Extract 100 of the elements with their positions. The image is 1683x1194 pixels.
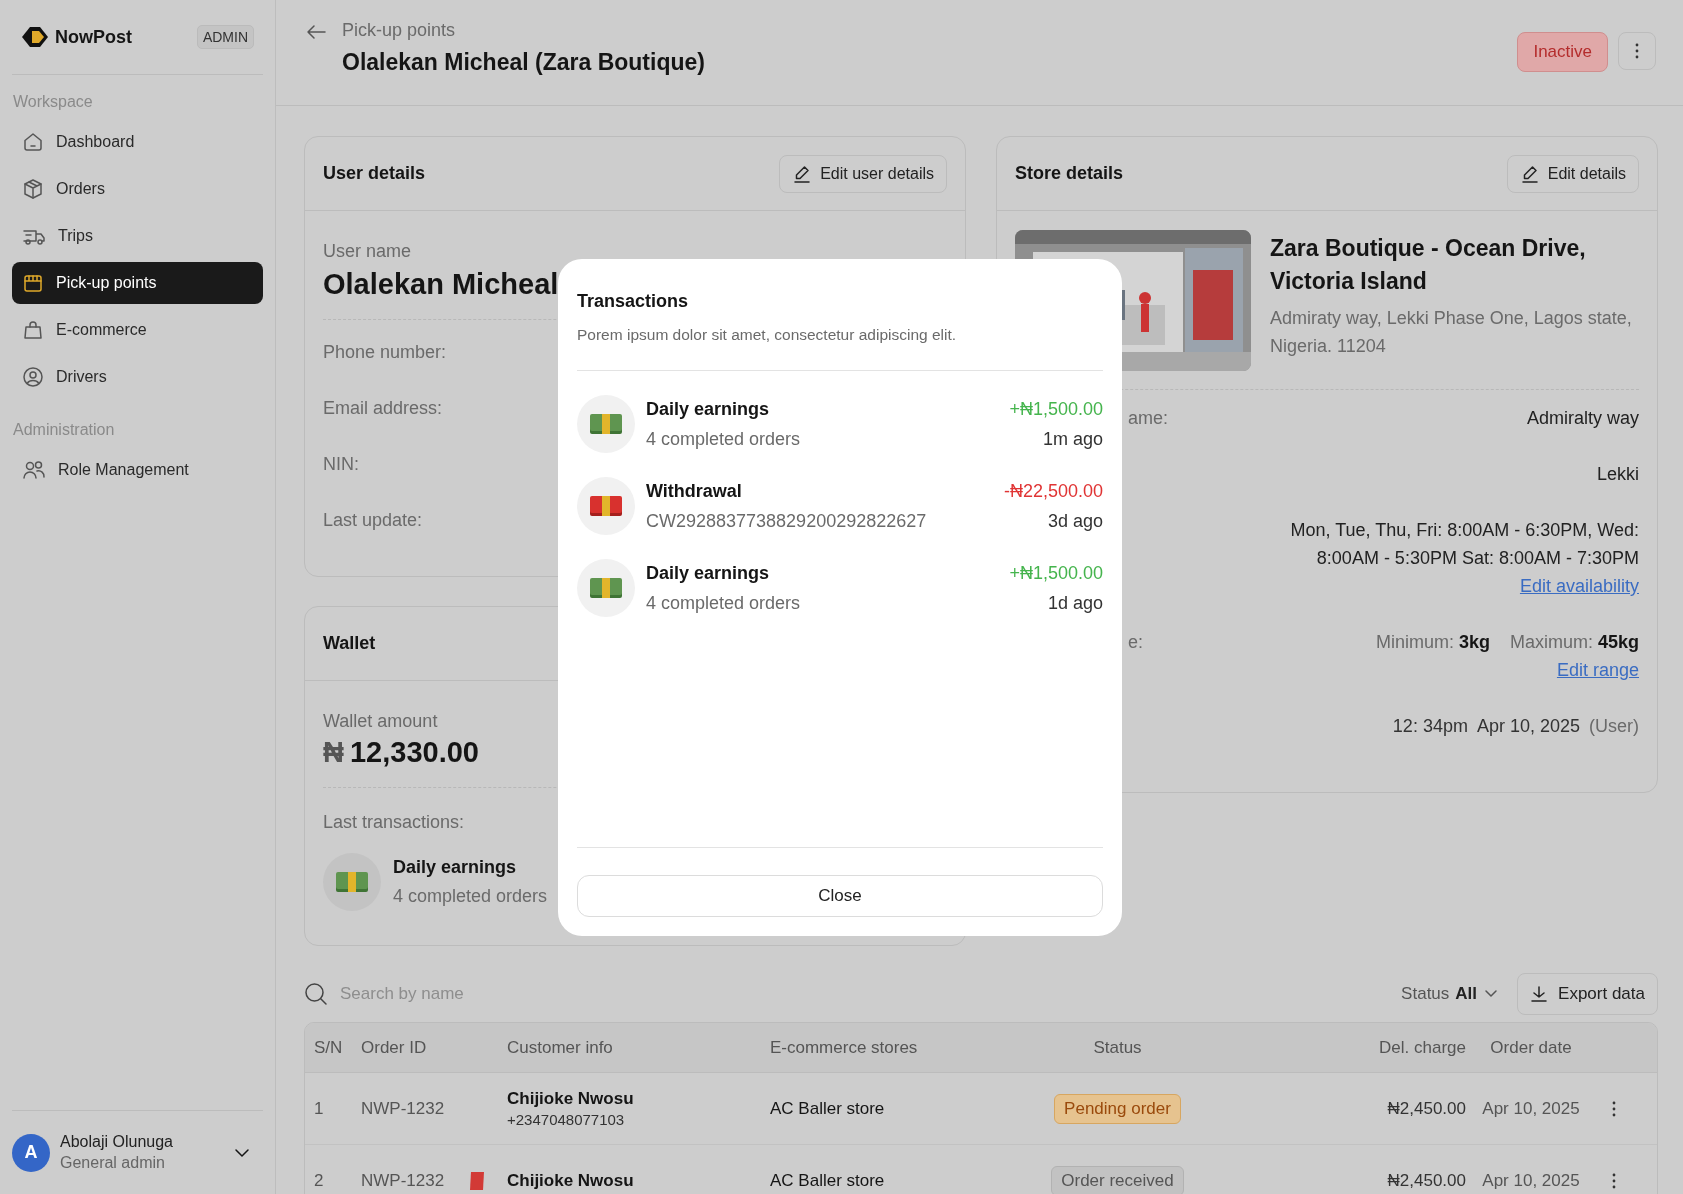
more-icon xyxy=(1635,43,1639,59)
box-icon xyxy=(22,178,44,200)
detail-value: Maximum: 45kg xyxy=(1509,631,1639,654)
store-address: Admiraty way, Lekki Phase One, Lagos state, Nigeria. 11204 xyxy=(1270,307,1633,358)
status-badge: Order received xyxy=(1051,1165,1184,1194)
user-name: Olalekan Micheal xyxy=(323,268,559,301)
money-icon xyxy=(589,576,623,600)
dialog-description: Porem ipsum dolor sit amet, consectetur adipiscing elit. xyxy=(577,326,958,344)
more-icon xyxy=(1611,1100,1616,1117)
edit-button[interactable]: Edit details xyxy=(1506,154,1639,193)
detail-value: Mon, Tue, Thu, Fri: 8:00AM - 6:30PM, Wed: xyxy=(1290,519,1639,542)
detail-value: Minimum: 3kg xyxy=(1375,631,1490,654)
search-icon xyxy=(304,982,328,1006)
customer-name: Chijioke Nwosu xyxy=(507,1170,635,1191)
nav-item[interactable]: Drivers xyxy=(12,356,263,398)
transaction-title: Daily earnings xyxy=(646,398,771,420)
transaction-time: 1m ago xyxy=(1042,428,1103,450)
transaction-amount: -₦22,500.00 xyxy=(1003,480,1103,502)
store-icon xyxy=(22,272,44,294)
transaction-time: 1d ago xyxy=(1047,592,1103,614)
close-button[interactable]: Close xyxy=(577,875,1103,917)
edit-button[interactable]: Edit user details xyxy=(779,154,947,193)
transaction-title: Daily earnings xyxy=(646,562,771,584)
dialog-title: Transactions xyxy=(577,291,690,312)
breadcrumb-link[interactable]: Pick-up points xyxy=(342,20,705,41)
field-label: ame: xyxy=(1128,407,1169,430)
transaction-subtitle: 4 completed orders xyxy=(646,428,802,450)
download-icon xyxy=(1530,985,1549,1003)
detail-value: 8:00AM - 5:30PM Sat: 8:00AM - 7:30PM xyxy=(1316,547,1639,570)
table-cell-text: AC Baller store xyxy=(770,1098,886,1119)
detail-value: Lekki xyxy=(1596,463,1639,486)
nav-item[interactable]: Orders xyxy=(12,168,263,210)
table-cell-text: ₦2,450.00 xyxy=(1386,1170,1466,1191)
transaction-title: Daily earnings xyxy=(393,857,518,878)
bag-icon xyxy=(22,319,44,341)
more-icon xyxy=(1611,1172,1616,1189)
field-label: e: xyxy=(1128,631,1143,654)
field-label: Email address: xyxy=(323,398,443,418)
transaction-subtitle: 4 completed orders xyxy=(393,886,548,907)
user-name: Abolaji Olunuga xyxy=(60,1133,174,1151)
table-cell-text: 1 xyxy=(314,1098,325,1119)
table-cell-text: Apr 10, 2025 xyxy=(1481,1170,1581,1191)
page-title: Olalekan Micheal (Zara Boutique) xyxy=(342,49,705,76)
store-name: Zara Boutique - Ocean Drive, Victoria Island xyxy=(1270,234,1587,296)
nav-item[interactable]: Trips xyxy=(12,215,263,257)
field-label: User name xyxy=(323,241,413,262)
brand-name: NowPost xyxy=(55,26,132,48)
transaction-time: 3d ago xyxy=(1047,510,1103,532)
table-cell: NWP-1232 xyxy=(361,1170,445,1191)
export-button[interactable]: Export data xyxy=(1517,973,1658,1015)
field-label: Last transactions: xyxy=(323,812,466,833)
transaction-subtitle: CW2928837738829200292822627 xyxy=(646,510,928,532)
nav-item[interactable]: Pick-up points xyxy=(12,262,263,304)
column-header: Customer info xyxy=(507,1037,614,1058)
field-label: Last update: xyxy=(323,510,423,530)
section-label: Workspace xyxy=(13,93,94,111)
customer-name: Chijioke Nwosu xyxy=(507,1089,635,1109)
status-filter[interactable]: Status All xyxy=(1401,984,1500,1004)
nav-item[interactable]: E-commerce xyxy=(12,309,263,351)
user-icon xyxy=(22,366,44,388)
transaction-title: Withdrawal xyxy=(646,480,743,502)
table-cell-text: AC Baller store xyxy=(770,1170,886,1191)
section-label: Administration xyxy=(13,421,116,439)
users-icon xyxy=(22,459,46,481)
detail-value: Admiralty way xyxy=(1526,407,1639,430)
nav-item[interactable]: Role Management xyxy=(12,449,263,491)
user-role: General admin xyxy=(60,1154,166,1172)
field-label: Phone number: xyxy=(323,342,447,362)
transaction-amount: +₦1,500.00 xyxy=(1009,398,1103,420)
role-badge: ADMIN xyxy=(196,25,254,49)
status-badge: Inactive xyxy=(1517,32,1608,72)
money-icon xyxy=(335,870,369,894)
logo-icon xyxy=(21,26,49,48)
pencil-icon xyxy=(1519,163,1540,184)
transaction-subtitle: 4 completed orders xyxy=(646,592,802,614)
detail-value: 12: 34pm xyxy=(1392,715,1468,738)
detail-value: Apr 10, 2025 xyxy=(1476,715,1580,738)
table-cell-text: 2 xyxy=(314,1170,325,1191)
card-title: User details xyxy=(323,163,426,184)
column-header: Order ID xyxy=(361,1037,428,1058)
field-label: Wallet amount xyxy=(323,711,439,732)
column-header: E-commerce stores xyxy=(770,1037,919,1058)
column-header: Status xyxy=(1092,1037,1143,1058)
detail-value: (User) xyxy=(1589,715,1639,738)
home-icon xyxy=(22,131,44,153)
transaction-amount: +₦1,500.00 xyxy=(1009,562,1103,584)
more-button[interactable] xyxy=(1618,32,1656,70)
nav-item[interactable]: Dashboard xyxy=(12,121,263,163)
table-cell-text: ₦2,450.00 xyxy=(1386,1098,1466,1119)
avatar: A xyxy=(12,1133,50,1172)
status-badge: Pending order xyxy=(1054,1093,1181,1124)
pencil-icon xyxy=(792,163,813,184)
card-title: Wallet xyxy=(323,633,376,654)
customer-phone: +2347048077103 xyxy=(507,1111,626,1128)
wallet-amount: 12,330.00 xyxy=(349,736,479,769)
currency-sign: ₦ xyxy=(323,736,344,769)
column-header: S/N xyxy=(314,1037,344,1058)
back-arrow-icon[interactable] xyxy=(306,24,326,40)
column-header: Del. charge xyxy=(1378,1037,1466,1058)
table-cell-text: Apr 10, 2025 xyxy=(1481,1098,1581,1119)
